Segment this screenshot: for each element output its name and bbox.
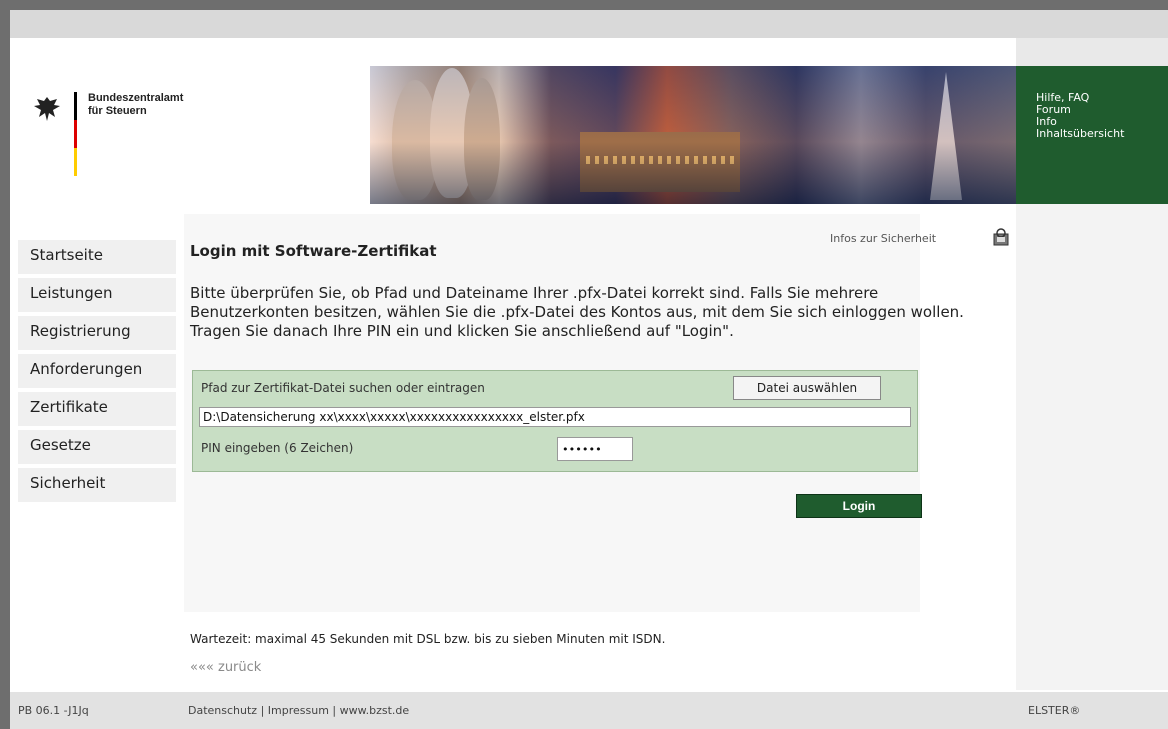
nav-item-sicherheit[interactable]: Sicherheit bbox=[18, 468, 176, 502]
footer: PB 06.1 -J1Jq Datenschutz | Impressum | … bbox=[10, 692, 1168, 729]
security-info-link[interactable]: Infos zur Sicherheit bbox=[830, 232, 936, 245]
left-nav: Startseite Leistungen Registrierung Anfo… bbox=[10, 204, 176, 690]
nav-item-leistungen[interactable]: Leistungen bbox=[18, 278, 176, 312]
org-name-line2: für Steuern bbox=[88, 105, 147, 117]
browser-page: Bundeszentralamt für Steuern Hilfe, FAQ … bbox=[10, 10, 1168, 729]
federal-eagle-icon bbox=[34, 97, 60, 121]
flag-bar bbox=[74, 92, 77, 176]
help-links-panel: Hilfe, FAQ Forum Info Inhaltsübersicht bbox=[1016, 66, 1168, 204]
instructions-text: Bitte überprüfen Sie, ob Pfad und Datein… bbox=[190, 284, 964, 340]
website-link[interactable]: www.bzst.de bbox=[340, 704, 410, 717]
nav-item-gesetze[interactable]: Gesetze bbox=[18, 430, 176, 464]
main-content: Login mit Software-Zertifikat Infos zur … bbox=[176, 204, 1016, 690]
footer-links: Datenschutz | Impressum | www.bzst.de bbox=[188, 704, 409, 717]
top-bar bbox=[10, 10, 1168, 38]
pin-input[interactable] bbox=[557, 437, 633, 461]
cert-path-label: Pfad zur Zertifikat-Datei suchen oder ei… bbox=[201, 381, 485, 395]
security-info-icon[interactable] bbox=[992, 228, 1010, 246]
footer-separator: | bbox=[257, 704, 268, 717]
login-button[interactable]: Login bbox=[796, 494, 922, 518]
wait-note: Wartezeit: maximal 45 Sekunden mit DSL b… bbox=[190, 632, 666, 646]
cert-path-input[interactable] bbox=[199, 407, 911, 427]
top-right-strip bbox=[1016, 38, 1168, 66]
page-header: Bundeszentralamt für Steuern Hilfe, FAQ … bbox=[10, 66, 1168, 204]
privacy-link[interactable]: Datenschutz bbox=[188, 704, 257, 717]
elster-brand: ELSTER® bbox=[1028, 704, 1081, 717]
back-link[interactable]: ««« zurück bbox=[190, 660, 261, 675]
choose-file-button[interactable]: Datei auswählen bbox=[733, 376, 881, 400]
sitemap-link[interactable]: Inhaltsübersicht bbox=[1036, 128, 1168, 140]
org-name-line1: Bundeszentralamt bbox=[88, 92, 184, 104]
nav-item-zertifikate[interactable]: Zertifikate bbox=[18, 392, 176, 426]
pin-label: PIN eingeben (6 Zeichen) bbox=[201, 441, 354, 455]
logo-area: Bundeszentralamt für Steuern bbox=[10, 66, 382, 204]
page-title: Login mit Software-Zertifikat bbox=[190, 242, 437, 260]
header-banner-image bbox=[370, 66, 1016, 204]
org-name: Bundeszentralamt für Steuern bbox=[88, 92, 183, 118]
imprint-link[interactable]: Impressum bbox=[268, 704, 329, 717]
certificate-form: Pfad zur Zertifikat-Datei suchen oder ei… bbox=[192, 370, 918, 472]
nav-item-anforderungen[interactable]: Anforderungen bbox=[18, 354, 176, 388]
nav-item-registrierung[interactable]: Registrierung bbox=[18, 316, 176, 350]
version-label: PB 06.1 -J1Jq bbox=[18, 704, 89, 717]
nav-item-startseite[interactable]: Startseite bbox=[18, 240, 176, 274]
right-column bbox=[1016, 204, 1168, 690]
footer-separator: | bbox=[328, 704, 340, 717]
